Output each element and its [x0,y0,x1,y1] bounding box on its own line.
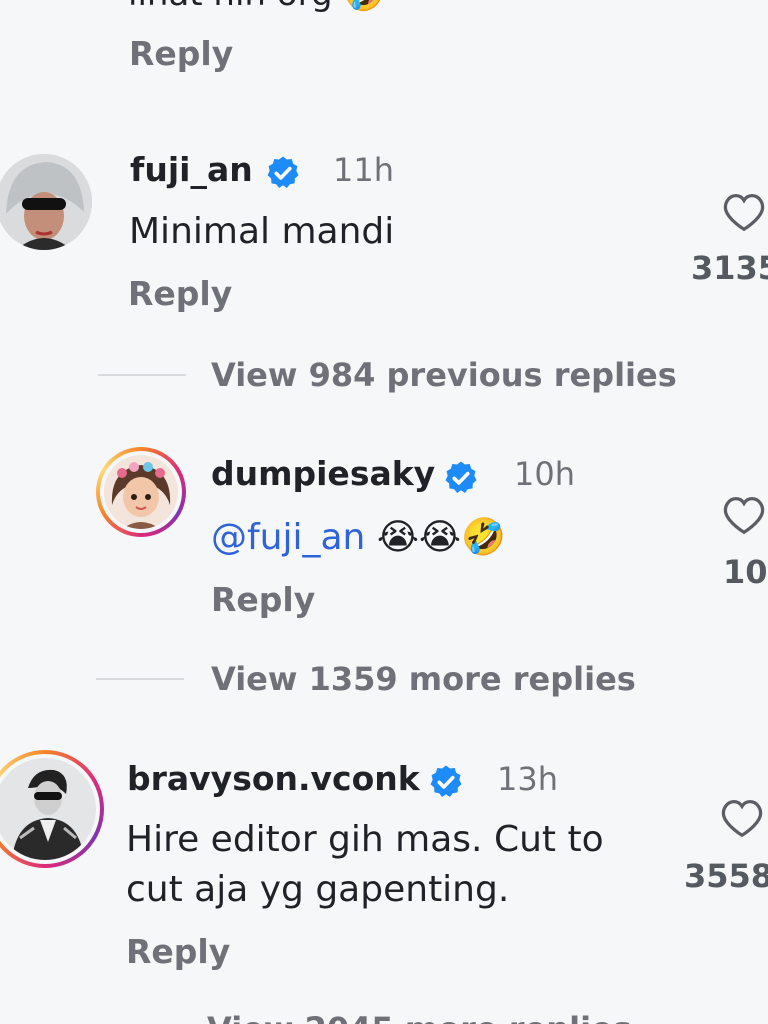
avatar[interactable] [96,447,186,537]
emoji-text: 😭😭🤣 [376,517,506,558]
comment-time: 13h [497,760,558,798]
like-count: 3558 [684,857,768,895]
reply-button[interactable]: Reply [211,580,315,619]
verified-badge-icon [428,764,464,804]
mention-link[interactable]: @fuji_an [211,517,365,558]
view-more-replies-button[interactable]: View 1359 more replies [211,660,636,698]
like-count: 10 [723,553,768,591]
comment-username[interactable]: dumpiesaky [211,454,435,493]
comment-time: 11h [333,151,394,189]
avatar[interactable] [0,154,92,250]
comment-username[interactable]: bravyson.vconk [127,759,420,798]
heart-icon[interactable] [722,192,766,236]
comment-text: Minimal mandi [129,211,395,252]
divider-line [98,374,186,376]
avatar-image [0,154,92,250]
verified-badge-icon [265,155,301,195]
view-more-replies-button[interactable]: View 2045 more replies [207,1010,632,1024]
comment-text-line-2: cut aja yg gapenting. [126,869,510,910]
avatar-image [104,455,178,529]
comment-username[interactable]: fuji_an [130,150,253,189]
verified-badge-icon [443,460,479,500]
avatar-image [0,758,96,860]
heart-icon[interactable] [722,495,766,539]
comment-text: @fuji_an 😭😭🤣 [211,512,506,564]
heart-icon[interactable] [720,798,764,842]
like-count: 3135 [691,249,768,287]
avatar[interactable] [0,750,104,868]
comment-text-line-1: Hire editor gih mas. Cut to [126,819,604,860]
reply-button[interactable]: Reply [129,34,233,73]
reply-button[interactable]: Reply [128,274,232,313]
avatar-ring [0,754,100,864]
divider-line [96,678,184,680]
avatar-ring [100,451,182,533]
comment-time: 10h [514,455,575,493]
view-previous-replies-button[interactable]: View 984 previous replies [211,356,677,394]
reply-button[interactable]: Reply [126,932,230,971]
comment-text-partial: lihat nih org 🤣 [128,0,386,14]
